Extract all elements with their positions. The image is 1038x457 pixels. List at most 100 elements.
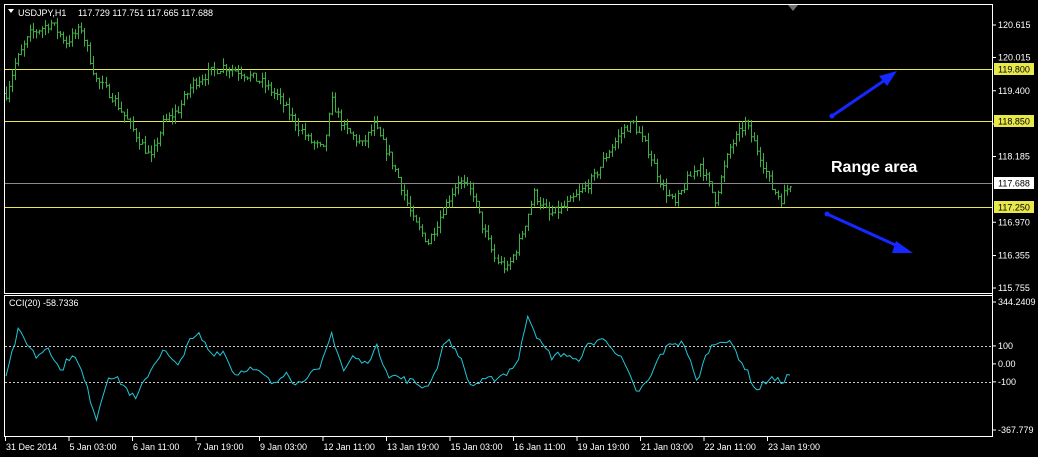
price-bar <box>427 239 430 246</box>
price-bar <box>599 166 602 180</box>
price-bar <box>144 135 147 155</box>
price-bar <box>192 77 195 94</box>
price-bar <box>237 64 240 81</box>
price-bar <box>313 140 316 150</box>
price-bar <box>424 232 427 243</box>
price-bar <box>497 254 500 265</box>
time-tick-label: 15 Jan 03:00 <box>451 442 503 452</box>
price-bar <box>714 191 717 207</box>
price-bar <box>472 182 475 202</box>
price-bar <box>626 125 629 132</box>
price-bar <box>370 124 373 136</box>
price-bar <box>98 77 101 90</box>
price-bar <box>150 145 153 163</box>
price-bar <box>189 83 192 98</box>
price-bar <box>322 143 325 148</box>
price-bar <box>771 170 774 191</box>
price-bar <box>117 92 120 111</box>
price-bar <box>647 132 650 159</box>
price-bar <box>77 23 80 40</box>
svg-text:118.850: 118.850 <box>998 117 1030 127</box>
price-bar <box>509 257 512 270</box>
price-bar <box>442 207 445 219</box>
price-bar <box>521 231 524 240</box>
svg-text:117.688: 117.688 <box>998 179 1030 189</box>
price-bar <box>557 200 560 220</box>
price-bar <box>596 171 599 179</box>
price-bar <box>699 163 702 177</box>
price-bar <box>279 88 282 105</box>
price-bar <box>105 76 108 88</box>
price-bar <box>331 91 334 116</box>
price-bar <box>376 115 379 130</box>
price-bar <box>388 144 391 156</box>
price-bar <box>683 182 686 194</box>
price-bar <box>436 221 439 237</box>
price-bar <box>165 113 168 122</box>
up-arrow-annotation[interactable] <box>829 71 898 119</box>
price-bar <box>653 154 656 164</box>
price-bar <box>17 52 20 67</box>
price-bar <box>518 233 521 256</box>
chart-canvas: USDJPY,H1 117.729 117.751 117.665 117.68… <box>4 4 1036 452</box>
price-bar <box>430 233 433 245</box>
price-bar <box>285 101 288 107</box>
price-bar <box>101 75 104 90</box>
level-label-117.688: 117.688 <box>994 177 1034 189</box>
svg-text:119.800: 119.800 <box>998 65 1030 75</box>
price-tick-label: 119.400 <box>998 86 1030 96</box>
price-bar <box>270 82 273 96</box>
price-bar <box>662 179 665 191</box>
price-bar <box>581 184 584 194</box>
price-bar <box>608 149 611 159</box>
price-bar <box>593 168 596 181</box>
price-bar <box>451 187 454 208</box>
down-arrow-annotation[interactable] <box>824 211 914 254</box>
price-bar <box>512 253 515 264</box>
price-bar <box>732 139 735 154</box>
collapse-triangle-icon[interactable] <box>8 9 14 13</box>
price-bar <box>650 150 653 167</box>
price-bar <box>355 133 358 147</box>
price-bar <box>677 190 680 207</box>
price-bar <box>108 83 111 99</box>
price-bar <box>433 227 436 242</box>
price-bar <box>638 126 641 134</box>
price-bar <box>204 73 207 87</box>
price-bar <box>168 112 171 121</box>
price-bar <box>53 22 56 26</box>
price-bar <box>307 133 310 142</box>
range-area-label: Range area <box>831 159 917 176</box>
price-bar <box>240 66 243 80</box>
price-bar <box>89 42 92 65</box>
price-bar <box>674 193 677 206</box>
price-bar <box>500 256 503 265</box>
price-bar <box>735 131 738 147</box>
price-bar <box>282 93 285 113</box>
price-bar <box>463 174 466 189</box>
price-bar <box>641 125 644 143</box>
price-bar <box>8 80 11 103</box>
price-bar <box>26 35 29 48</box>
price-bar <box>448 195 451 209</box>
price-bar <box>56 17 59 40</box>
price-bar <box>231 64 234 77</box>
price-bar <box>569 194 572 202</box>
price-bar <box>403 184 406 201</box>
price-bar <box>264 72 267 94</box>
price-bar <box>111 93 114 103</box>
price-bar <box>620 127 623 144</box>
price-bar <box>126 108 129 120</box>
price-bar <box>138 131 141 150</box>
time-tick-label: 23 Jan 19:00 <box>768 442 820 452</box>
price-bar <box>439 210 442 234</box>
price-bar <box>358 134 361 144</box>
cci-tick-label: -367.779 <box>998 425 1034 435</box>
price-bar <box>162 115 165 136</box>
price-bar <box>171 108 174 125</box>
price-bar <box>294 113 297 132</box>
price-bar <box>783 184 786 205</box>
price-bar <box>644 135 647 142</box>
price-bar <box>536 188 539 205</box>
price-bar <box>656 158 659 183</box>
